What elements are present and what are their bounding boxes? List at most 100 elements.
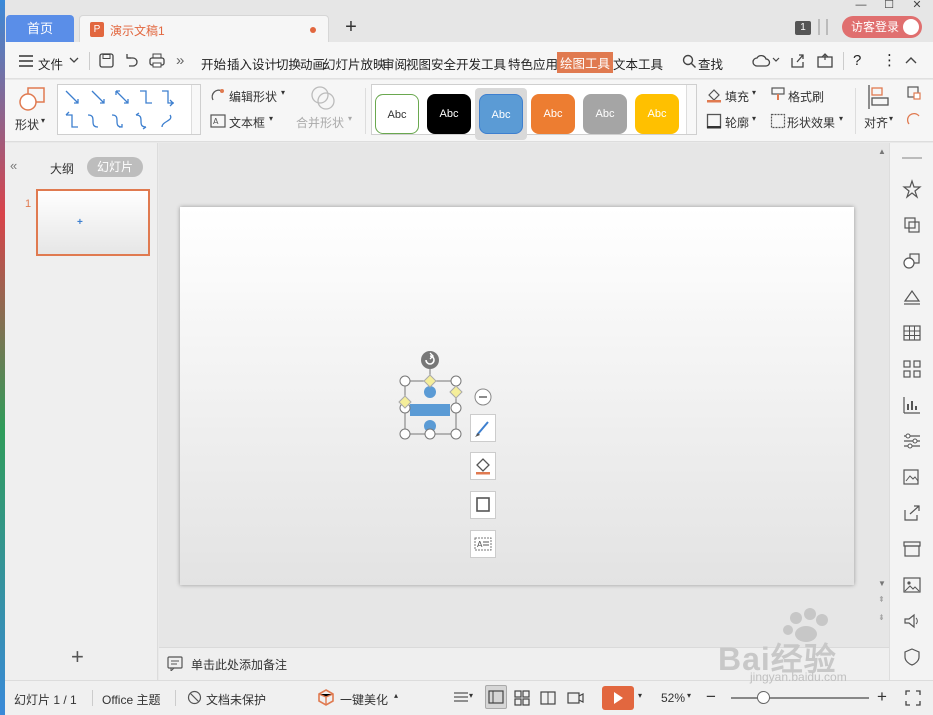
speaker-icon[interactable] — [902, 611, 922, 631]
presenter-view-icon[interactable] — [566, 689, 584, 707]
menu-insert[interactable]: 插入 — [227, 54, 252, 73]
style-orange[interactable]: Abc — [531, 94, 575, 134]
menu-features[interactable]: 特色应用 — [508, 54, 558, 73]
zoom-out-button[interactable]: − — [706, 687, 716, 707]
menu-file[interactable]: 文件 — [38, 54, 63, 73]
gallery-scroll[interactable] — [191, 85, 200, 134]
vertical-scrollbar[interactable]: ▲ ▼ ⇞ ⇟ — [875, 143, 889, 647]
add-slide-button[interactable]: + — [71, 644, 84, 670]
chevron-down-icon[interactable] — [69, 57, 79, 64]
style-gray[interactable]: Abc — [583, 94, 627, 134]
shape-button[interactable]: 形状 ▾ — [13, 84, 53, 134]
fill-button[interactable]: 填充 — [725, 88, 749, 105]
edit-shape-button[interactable]: 编辑形状 — [229, 88, 277, 105]
shape-effects-icon[interactable] — [902, 251, 922, 271]
close-icon[interactable]: ✕ — [906, 0, 928, 12]
zoom-slider-track[interactable] — [731, 697, 869, 699]
text-box-button[interactable]: 文本框 — [229, 114, 265, 131]
slide[interactable] — [180, 207, 854, 585]
zoom-slider-handle[interactable] — [757, 691, 770, 704]
outline-quick-button[interactable] — [470, 491, 496, 519]
style-gallery-scroll[interactable] — [686, 85, 696, 134]
settings-sliders-icon[interactable] — [902, 431, 922, 451]
menu-design[interactable]: 设计 — [252, 54, 277, 73]
table-icon[interactable] — [902, 323, 922, 343]
hamburger-icon[interactable] — [19, 55, 33, 67]
tab-home[interactable]: 首页 — [6, 15, 74, 42]
tab-document[interactable]: P 演示文稿1 — [79, 15, 329, 42]
theme-name[interactable]: Office 主题 — [102, 691, 160, 708]
search-icon[interactable] — [682, 54, 696, 68]
align-button[interactable]: 对齐 — [864, 114, 888, 131]
slide-sorter-icon[interactable] — [513, 689, 531, 707]
image-icon[interactable] — [902, 575, 922, 595]
shield-icon[interactable] — [902, 647, 922, 667]
save-icon[interactable] — [99, 53, 114, 68]
style-white-outline[interactable]: Abc — [375, 94, 419, 134]
menu-security[interactable]: 安全 — [431, 54, 456, 73]
style-blue[interactable]: Abc — [479, 94, 523, 134]
tab-outline[interactable]: 大纲 — [50, 160, 74, 177]
chart-icon[interactable] — [902, 395, 922, 415]
window-count-badge[interactable]: 1 — [795, 21, 811, 35]
tab-slides[interactable]: 幻灯片 — [87, 157, 143, 177]
grid-apps-icon[interactable] — [902, 359, 922, 379]
shape-gallery[interactable] — [57, 84, 201, 135]
menu-slideshow[interactable]: 幻灯片放映 — [323, 54, 386, 73]
chevron-up-icon[interactable]: ▴ — [394, 691, 398, 700]
next-slide-icon[interactable]: ⇟ — [878, 613, 885, 622]
chevron-down-icon[interactable]: ▾ — [638, 691, 642, 700]
format-painter-button[interactable]: 格式刷 — [788, 88, 824, 105]
minimize-icon[interactable]: — — [850, 0, 872, 12]
collapse-ribbon-icon[interactable] — [905, 56, 917, 64]
picture-icon[interactable] — [902, 467, 922, 487]
cloud-sync-icon[interactable] — [752, 53, 772, 68]
menu-transition[interactable]: 切换 — [276, 54, 301, 73]
notes-area[interactable]: 单击此处添加备注 — [159, 647, 889, 680]
merge-shape-button[interactable]: 合并形状 — [296, 114, 344, 131]
reading-view-icon[interactable] — [539, 689, 557, 707]
copy-format-icon[interactable] — [902, 215, 922, 235]
visitor-login-button[interactable]: 访客登录 — [842, 16, 922, 38]
collapse-toolbar-icon[interactable] — [474, 388, 492, 406]
share-icon[interactable] — [790, 53, 805, 68]
menu-drawing-tools[interactable]: 绘图工具 — [557, 52, 614, 73]
menu-developer[interactable]: 开发工具 — [456, 54, 506, 73]
outline-button[interactable]: 轮廓 — [725, 114, 749, 131]
scroll-up-icon[interactable]: ▲ — [878, 147, 886, 156]
menu-view[interactable]: 视图 — [406, 54, 431, 73]
rotate-icon[interactable] — [907, 112, 921, 128]
previous-slide-icon[interactable]: ⇞ — [878, 595, 885, 604]
more-quick-access-icon[interactable]: » — [176, 52, 184, 69]
slide-thumbnail-1[interactable]: + — [36, 189, 150, 256]
notes-toggle-icon[interactable] — [453, 691, 469, 705]
menu-review[interactable]: 审阅 — [382, 54, 407, 73]
zoom-in-button[interactable]: + — [877, 687, 887, 707]
menu-animation[interactable]: 动画 — [300, 54, 325, 73]
share-out-icon[interactable] — [902, 503, 922, 523]
chevron-down-icon[interactable]: ▾ — [469, 691, 473, 700]
normal-view-button[interactable] — [485, 685, 507, 709]
shape-style-quick-button[interactable] — [470, 414, 496, 442]
chevron-down-icon[interactable]: ▾ — [687, 691, 691, 700]
shape-style-gallery[interactable]: Abc Abc Abc Abc Abc Abc — [371, 84, 697, 140]
style-gold[interactable]: Abc — [635, 94, 679, 134]
scroll-down-icon[interactable]: ▼ — [878, 579, 886, 588]
shape-effect-button[interactable]: 形状效果 — [787, 114, 835, 131]
print-icon[interactable] — [149, 53, 165, 68]
undo-icon[interactable] — [124, 53, 139, 68]
search-label[interactable]: 查找 — [698, 54, 723, 73]
help-icon[interactable]: ? — [853, 52, 861, 69]
play-slideshow-button[interactable] — [602, 686, 634, 710]
text-layout-quick-button[interactable]: A — [470, 530, 496, 558]
export-icon[interactable] — [817, 53, 833, 68]
protection-status[interactable]: 文档未保护 — [206, 691, 266, 708]
maximize-icon[interactable]: ☐ — [878, 0, 900, 12]
archive-icon[interactable] — [902, 539, 922, 559]
new-tab-button[interactable]: + — [340, 15, 362, 39]
menu-text-tools[interactable]: 文本工具 — [613, 54, 663, 73]
beautify-button[interactable]: 一键美化 — [340, 691, 388, 708]
star-shape-icon[interactable] — [902, 179, 922, 199]
fit-to-window-icon[interactable] — [905, 690, 921, 706]
layers-icon[interactable] — [902, 287, 922, 307]
